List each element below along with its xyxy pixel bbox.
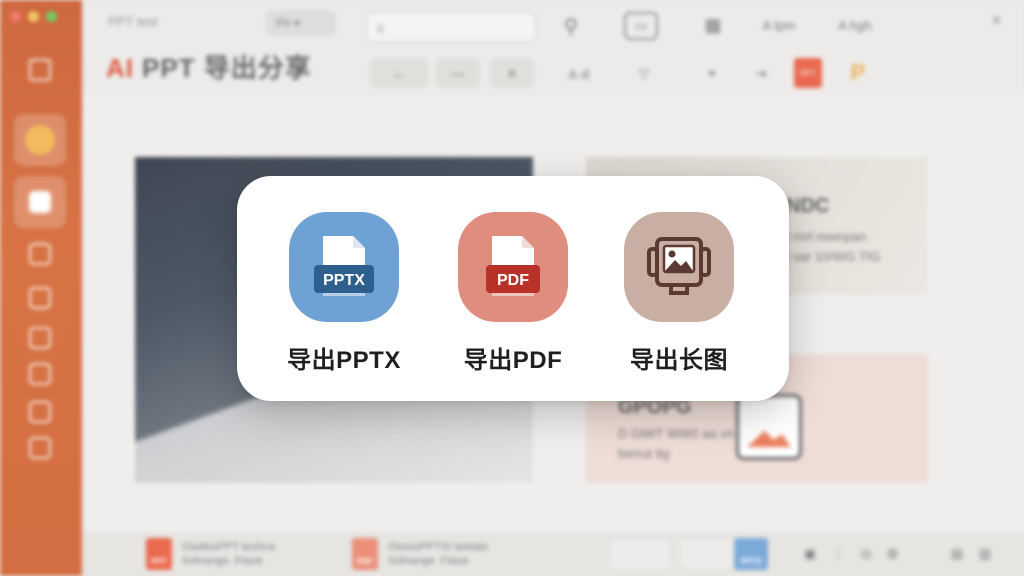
long-image-icon — [624, 212, 734, 322]
pptx-badge-text: PPTX — [323, 272, 365, 289]
export-long-image-label: 导出长图 — [630, 347, 728, 374]
export-dialog: PPTX 导出PPTX PDF 导出PDF 导出长图 — [237, 176, 789, 401]
export-pdf-label: 导出PDF — [463, 347, 563, 374]
pdf-file-icon: PDF — [458, 212, 568, 322]
export-pptx-button[interactable]: PPTX 导出PPTX — [269, 212, 419, 375]
export-pdf-button[interactable]: PDF 导出PDF — [438, 212, 588, 375]
pdf-badge-text: PDF — [497, 272, 529, 289]
pptx-file-icon: PPTX — [289, 212, 399, 322]
export-long-image-button[interactable]: 导出长图 — [604, 212, 754, 375]
export-pptx-label: 导出PPTX — [287, 347, 401, 374]
